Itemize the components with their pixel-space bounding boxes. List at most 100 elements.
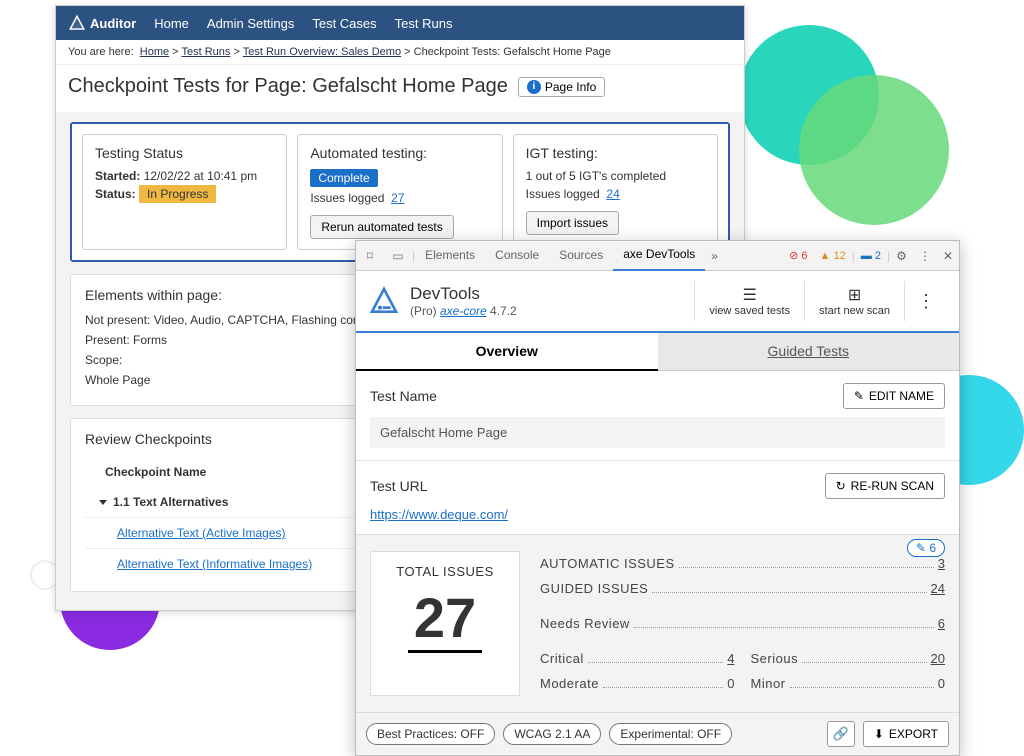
checkpoint-link-informative-images[interactable]: Alternative Text (Informative Images) — [117, 557, 312, 571]
status-label: Status: — [95, 187, 136, 201]
axe-logo-icon — [368, 285, 400, 317]
automatic-issues-label: AUTOMATIC ISSUES — [540, 556, 675, 571]
edit-name-button[interactable]: ✎EDIT NAME — [843, 383, 945, 409]
nav-admin-settings[interactable]: Admin Settings — [207, 16, 294, 31]
page-title-row: Checkpoint Tests for Page: Gefalscht Hom… — [56, 65, 744, 112]
igt-title: IGT testing: — [526, 145, 705, 161]
serious-value[interactable]: 20 — [931, 651, 945, 666]
tab-guided-tests[interactable]: Guided Tests — [658, 333, 960, 371]
auditor-logo[interactable]: Auditor — [68, 14, 136, 32]
warning-count[interactable]: ▲ 12 — [816, 250, 850, 262]
error-count[interactable]: ⊘ 6 — [785, 249, 811, 262]
total-issues-box: TOTAL ISSUES 27 — [370, 551, 520, 696]
share-link-button[interactable]: 🔗 — [827, 721, 855, 747]
tab-elements[interactable]: Elements — [415, 241, 485, 270]
refresh-icon: ↻ — [836, 479, 846, 493]
serious-label: Serious — [751, 651, 799, 666]
chip-best-practices[interactable]: Best Practices: OFF — [366, 723, 495, 745]
import-issues-button[interactable]: Import issues — [526, 211, 619, 235]
page-info-button[interactable]: i Page Info — [518, 77, 605, 97]
issues-summary: 6 TOTAL ISSUES 27 AUTOMATIC ISSUES 3 GUID… — [356, 535, 959, 712]
testing-status-card: Testing Status Started: 12/02/22 at 10:4… — [82, 134, 287, 250]
info-count[interactable]: ▬ 2 — [857, 250, 885, 262]
total-issues-label: TOTAL ISSUES — [389, 564, 501, 579]
breadcrumb: You are here: Home > Test Runs > Test Ru… — [56, 40, 744, 65]
page-title: Checkpoint Tests for Page: Gefalscht Hom… — [68, 75, 508, 98]
total-issues-value[interactable]: 27 — [408, 585, 482, 653]
start-new-scan-button[interactable]: ⊞start new scan — [804, 281, 904, 321]
started-value: 12/02/22 at 10:41 pm — [144, 169, 257, 183]
igt-issues-link[interactable]: 24 — [606, 187, 619, 201]
breadcrumb-test-runs[interactable]: Test Runs — [181, 46, 230, 58]
automated-testing-card: Automated testing: Complete Issues logge… — [297, 134, 502, 250]
pencil-icon: ✎ — [854, 389, 864, 403]
breadcrumb-label: You are here: — [68, 46, 134, 58]
more-tabs-icon[interactable]: » — [705, 249, 724, 263]
needs-review-label: Needs Review — [540, 616, 630, 631]
checkpoint-link-active-images[interactable]: Alternative Text (Active Images) — [117, 526, 286, 540]
device-icon[interactable]: ▭ — [384, 249, 412, 263]
automated-title: Automated testing: — [310, 145, 489, 161]
page-info-label: Page Info — [545, 80, 596, 94]
chip-wcag[interactable]: WCAG 2.1 AA — [503, 723, 601, 745]
more-menu-button[interactable]: ⋮ — [904, 281, 947, 321]
auto-issues-link[interactable]: 27 — [391, 191, 404, 205]
igt-testing-card: IGT testing: 1 out of 5 IGT's completed … — [513, 134, 718, 250]
gear-icon[interactable]: ⚙ — [890, 249, 913, 263]
devtools-browser-tabs: ⌑ ▭ | Elements Console Sources axe DevTo… — [356, 241, 959, 271]
list-icon: ☰ — [709, 285, 790, 305]
export-button[interactable]: ⬇EXPORT — [863, 721, 949, 747]
chip-experimental[interactable]: Experimental: OFF — [609, 723, 732, 745]
devtools-subtitle: (Pro) axe-core 4.7.2 — [410, 304, 517, 318]
close-icon[interactable]: ✕ — [937, 249, 959, 263]
tab-axe-devtools[interactable]: axe DevTools — [613, 240, 705, 271]
decor-circle-green — [799, 75, 949, 225]
inspect-icon[interactable]: ⌑ — [356, 249, 384, 263]
breadcrumb-current: Checkpoint Tests: Gefalscht Home Page — [414, 46, 611, 58]
moderate-value: 0 — [727, 676, 734, 691]
igt-summary: 1 out of 5 IGT's completed — [526, 169, 705, 183]
rerun-automated-button[interactable]: Rerun automated tests — [310, 215, 453, 239]
complete-badge: Complete — [310, 169, 377, 187]
axe-core-link[interactable]: axe-core — [440, 304, 487, 318]
guided-issues-label: GUIDED ISSUES — [540, 581, 648, 596]
view-saved-tests-button[interactable]: ☰view saved tests — [694, 281, 804, 321]
kebab-icon[interactable]: ⋮ — [913, 249, 937, 263]
started-label: Started: — [95, 169, 140, 183]
edit-issues-pill[interactable]: 6 — [907, 539, 945, 557]
guided-issues-value[interactable]: 24 — [931, 581, 945, 596]
devtools-main-tabs: Overview Guided Tests — [356, 333, 959, 371]
auditor-logo-icon — [68, 14, 86, 32]
tab-overview[interactable]: Overview — [356, 333, 658, 371]
checkpoint-group-label: 1.1 Text Alternatives — [113, 495, 228, 509]
devtools-footer: Best Practices: OFF WCAG 2.1 AA Experime… — [356, 712, 959, 755]
nav-test-runs[interactable]: Test Runs — [395, 16, 453, 31]
auditor-navbar: Auditor Home Admin Settings Test Cases T… — [56, 6, 744, 40]
info-icon: i — [527, 80, 541, 94]
auditor-app-name: Auditor — [90, 16, 136, 31]
rerun-scan-button[interactable]: ↻RE-RUN SCAN — [825, 473, 945, 499]
automatic-issues-value[interactable]: 3 — [938, 556, 945, 571]
testing-status-title: Testing Status — [95, 145, 274, 161]
test-url-link[interactable]: https://www.deque.com/ — [370, 507, 508, 522]
test-url-label: Test URL — [370, 478, 428, 494]
plus-icon: ⊞ — [819, 285, 890, 305]
download-icon: ⬇ — [874, 727, 884, 741]
critical-value[interactable]: 4 — [727, 651, 734, 666]
test-name-value: Gefalscht Home Page — [370, 417, 945, 448]
devtools-header: DevTools (Pro) axe-core 4.7.2 ☰view save… — [356, 271, 959, 333]
breadcrumb-overview[interactable]: Test Run Overview: Sales Demo — [243, 46, 401, 58]
minor-label: Minor — [751, 676, 786, 691]
nav-home[interactable]: Home — [154, 16, 189, 31]
moderate-label: Moderate — [540, 676, 599, 691]
needs-review-value[interactable]: 6 — [938, 616, 945, 631]
critical-label: Critical — [540, 651, 584, 666]
devtools-window: ⌑ ▭ | Elements Console Sources axe DevTo… — [355, 240, 960, 756]
tab-console[interactable]: Console — [485, 241, 549, 270]
breadcrumb-home[interactable]: Home — [140, 46, 169, 58]
minor-value: 0 — [938, 676, 945, 691]
test-name-label: Test Name — [370, 388, 437, 404]
status-badge: In Progress — [139, 185, 216, 203]
nav-test-cases[interactable]: Test Cases — [312, 16, 376, 31]
tab-sources[interactable]: Sources — [549, 241, 613, 270]
